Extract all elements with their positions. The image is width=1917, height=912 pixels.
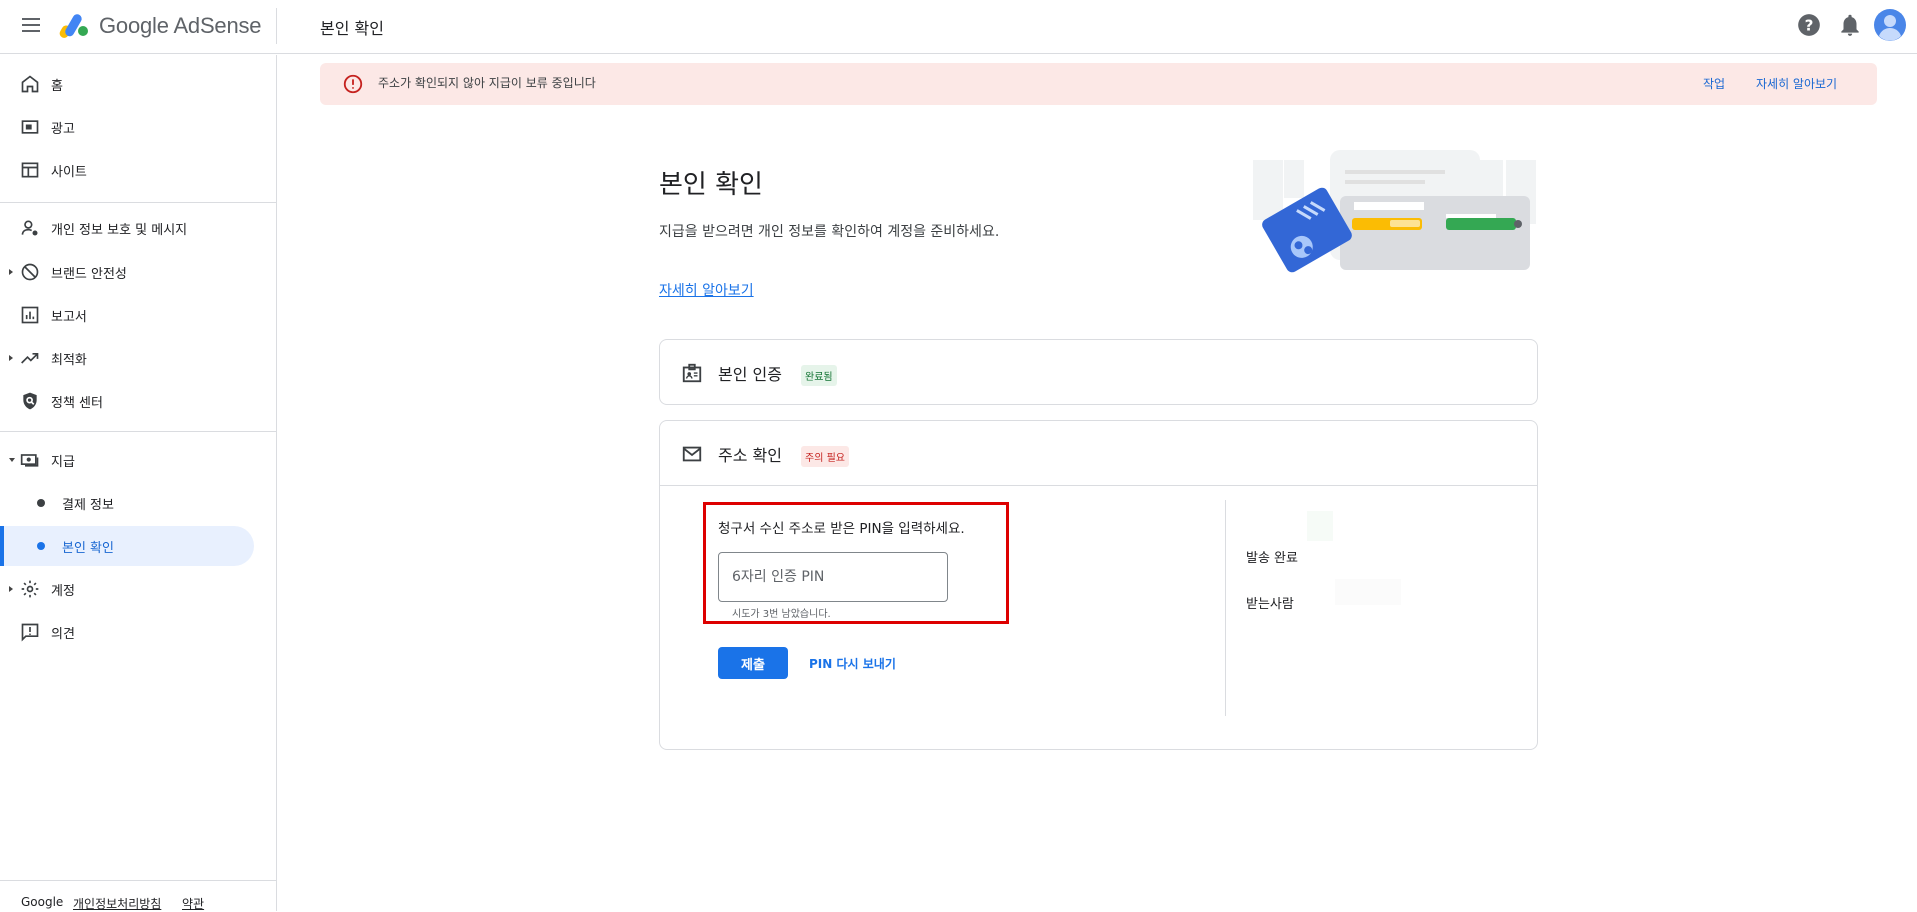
sidebar-item-home[interactable]: 홈 <box>0 64 254 104</box>
footer-google: Google <box>21 895 64 909</box>
alert-action-link[interactable]: 작업 <box>1703 75 1725 92</box>
ads-icon <box>21 120 39 134</box>
bullet-dot <box>37 499 45 507</box>
vertical-divider <box>1225 500 1226 716</box>
payments-icon <box>20 454 39 467</box>
topbar-divider <box>276 8 277 44</box>
expand-caret-icon[interactable] <box>9 586 13 592</box>
recipient-label: 받는사람 <box>1246 597 1294 612</box>
alert-learn-more-link[interactable]: 자세히 알아보기 <box>1756 75 1837 92</box>
sidebar-divider <box>0 431 276 432</box>
page-description: 지급을 받으려면 개인 정보를 확인하여 계정을 준비하세요. <box>659 224 1000 240</box>
notifications-icon[interactable] <box>1837 12 1863 38</box>
menu-icon[interactable] <box>20 15 42 37</box>
resend-pin-link[interactable]: PIN 다시 보내기 <box>809 655 896 672</box>
sidebar-item-label: 정책 센터 <box>51 395 103 411</box>
mail-icon <box>682 446 702 462</box>
brand-name: Google AdSense <box>99 13 262 38</box>
sidebar-item-identity-verification[interactable]: 본인 확인 <box>0 526 254 566</box>
verification-illustration <box>1253 150 1536 273</box>
attempts-remaining-hint: 시도가 3번 남았습니다. <box>732 609 831 620</box>
sidebar-item-optimization[interactable]: 최적화 <box>0 338 254 378</box>
block-icon <box>21 263 39 281</box>
top-app-bar: Google AdSense 본인 확인 ? <box>0 0 1917 54</box>
sidebar-item-reports[interactable]: 보고서 <box>0 295 254 335</box>
sidebar-item-privacy[interactable]: 개인 정보 보호 및 메시지 <box>0 208 254 248</box>
sidebar-item-payment-info[interactable]: 결제 정보 <box>0 483 254 523</box>
sidebar-item-feedback[interactable]: 의견 <box>0 612 254 652</box>
sites-icon <box>21 162 39 178</box>
sidebar-item-label: 결제 정보 <box>62 497 114 513</box>
alert-banner: 주소가 확인되지 않아 지급이 보류 중입니다 작업 자세히 알아보기 <box>320 63 1877 105</box>
sidebar-item-brand-safety[interactable]: 브랜드 안전성 <box>0 252 254 292</box>
alert-message: 주소가 확인되지 않아 지급이 보류 중입니다 <box>378 76 596 90</box>
card-divider <box>660 485 1537 486</box>
address-verification-card: 주소 확인 주의 필요 청구서 수신 주소로 받은 PIN을 입력하세요. 시도… <box>659 420 1538 750</box>
identity-verification-card[interactable]: 본인 인증 완료됨 <box>659 339 1538 405</box>
sidebar-divider <box>0 202 276 203</box>
sidebar-item-label: 광고 <box>51 121 75 137</box>
expand-caret-icon[interactable] <box>9 269 13 275</box>
learn-more-link[interactable]: 자세히 알아보기 <box>659 280 754 300</box>
privacy-icon <box>21 220 38 236</box>
faint-placeholder <box>1335 579 1401 605</box>
sidebar-nav: 홈 광고 사이트 개인 정보 보호 및 메시지 브랜드 안전성 보고서 최적화 … <box>0 55 277 911</box>
submit-button[interactable]: 제출 <box>718 647 788 679</box>
card-header[interactable]: 주소 확인 주의 필요 <box>660 421 1537 485</box>
help-icon[interactable]: ? <box>1796 12 1822 38</box>
faint-placeholder <box>1307 511 1333 541</box>
sidebar-item-ads[interactable]: 광고 <box>0 107 254 147</box>
error-icon <box>343 74 363 94</box>
sidebar-item-payments[interactable]: 지급 <box>0 440 254 480</box>
status-badge-completed: 완료됨 <box>801 365 837 386</box>
card-header: 본인 인증 완료됨 <box>660 340 1537 404</box>
card-title: 주소 확인 <box>718 446 782 465</box>
footer-terms-link[interactable]: 약관 <box>182 895 204 912</box>
sent-status-label: 발송 완료 <box>1246 551 1298 566</box>
page-header-title: 본인 확인 <box>320 19 384 38</box>
pin-input[interactable] <box>718 552 948 602</box>
sidebar-item-label: 계정 <box>51 583 75 599</box>
policy-shield-icon <box>23 392 37 410</box>
expand-caret-icon[interactable] <box>9 355 13 361</box>
sidebar-item-label: 사이트 <box>51 164 87 180</box>
sidebar-item-label: 본인 확인 <box>62 540 114 556</box>
pin-prompt: 청구서 수신 주소로 받은 PIN을 입력하세요. <box>718 521 965 537</box>
feedback-icon <box>21 623 39 642</box>
collapse-caret-icon[interactable] <box>9 458 15 462</box>
adsense-logo-icon <box>59 14 88 38</box>
account-avatar-icon[interactable] <box>1874 9 1906 41</box>
trending-icon <box>21 353 39 364</box>
sidebar-footer: Google 개인정보처리방침 약관 <box>0 880 276 911</box>
sidebar-item-label: 의견 <box>51 626 75 642</box>
id-badge-icon <box>682 363 702 383</box>
bullet-dot <box>37 542 45 550</box>
svg-text:?: ? <box>1805 16 1814 34</box>
settings-icon <box>21 580 39 598</box>
status-badge-attention: 주의 필요 <box>801 446 849 467</box>
sidebar-item-policy-center[interactable]: 정책 센터 <box>0 381 254 421</box>
sidebar-item-label: 최적화 <box>51 352 87 368</box>
sidebar-item-label: 브랜드 안전성 <box>51 266 127 282</box>
sidebar-item-label: 보고서 <box>51 309 87 325</box>
sidebar-item-label: 홈 <box>51 78 63 94</box>
card-title: 본인 인증 <box>718 365 782 384</box>
sidebar-item-sites[interactable]: 사이트 <box>0 150 254 190</box>
reports-icon <box>21 306 39 324</box>
page-title: 본인 확인 <box>659 170 763 200</box>
sidebar-item-label: 지급 <box>51 454 75 470</box>
sidebar-item-label: 개인 정보 보호 및 메시지 <box>51 222 188 238</box>
sidebar-item-account[interactable]: 계정 <box>0 569 254 609</box>
home-icon <box>21 75 39 93</box>
footer-privacy-link[interactable]: 개인정보처리방침 <box>73 895 161 912</box>
